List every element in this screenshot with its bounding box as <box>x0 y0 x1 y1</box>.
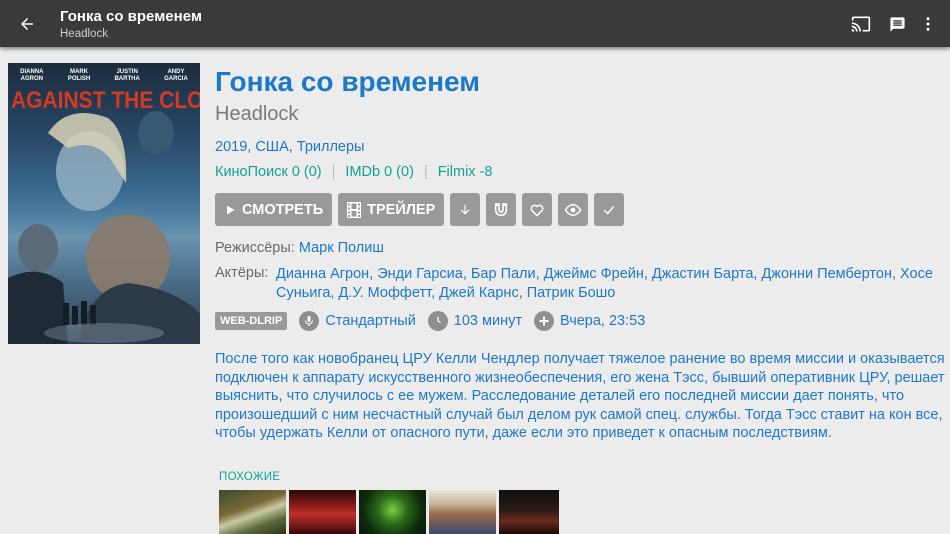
added-label: Вчера, 23:53 <box>560 313 646 329</box>
similar-thumbnail[interactable] <box>219 490 286 534</box>
favorite-button[interactable] <box>522 193 553 226</box>
action-buttons: СМОТРЕТЬ ТРЕЙЛЕР <box>215 193 625 226</box>
back-arrow-icon[interactable] <box>14 11 40 37</box>
download-arrow-icon <box>458 203 472 217</box>
download-button[interactable] <box>450 193 481 226</box>
appbar-title: Гонка со временем <box>60 8 202 25</box>
similar-label: ПОХОЖИЕ <box>219 471 281 483</box>
rating-separator: | <box>331 164 336 180</box>
year-country-genre[interactable]: 2019, США, Триллеры <box>215 139 364 155</box>
film-icon <box>347 201 362 218</box>
clock-icon <box>427 311 448 331</box>
similar-thumbnail[interactable] <box>429 490 496 534</box>
translation-tag: Стандартный <box>299 311 416 331</box>
duration-tag: 103 минут <box>427 311 522 331</box>
rating-separator: | <box>423 164 428 180</box>
similar-list <box>219 490 559 534</box>
quality-badge: WEB-DLRIP <box>215 312 288 330</box>
original-title: Headlock <box>215 103 299 125</box>
play-icon <box>224 204 236 216</box>
comment-icon[interactable] <box>885 12 909 36</box>
similar-thumbnail[interactable] <box>499 490 559 534</box>
movie-title: Гонка со временем <box>215 66 480 97</box>
cast-icon[interactable] <box>849 12 873 36</box>
similar-thumbnail[interactable] <box>289 490 356 534</box>
microphone-icon <box>299 311 320 331</box>
rating-imdb[interactable]: IMDb 0 (0) <box>345 164 414 180</box>
watch-later-button[interactable] <box>558 193 589 226</box>
directors-label: Режиссёры: <box>215 240 295 256</box>
magnet-icon <box>493 202 509 218</box>
rating-kinopoisk[interactable]: КиноПоиск 0 (0) <box>215 164 322 180</box>
watch-button-label: СМОТРЕТЬ <box>242 201 324 218</box>
movie-poster: DIANNA AGRON MARK POLISH JUSTIN BARTHA A… <box>8 63 200 344</box>
translation-label: Стандартный <box>325 313 416 329</box>
watch-button[interactable]: СМОТРЕТЬ <box>215 193 333 226</box>
more-vert-icon[interactable] <box>916 12 940 36</box>
rating-filmix[interactable]: Filmix -8 <box>438 164 493 180</box>
mark-watched-button[interactable] <box>594 193 625 226</box>
added-tag: Вчера, 23:53 <box>534 311 645 331</box>
eye-icon <box>564 201 582 219</box>
trailer-button-label: ТРЕЙЛЕР <box>367 201 436 218</box>
movie-description: После того как новобранец ЦРУ Келли Ченд… <box>215 351 945 441</box>
ratings-row: КиноПоиск 0 (0) | IMDb 0 (0) | Filmix -8 <box>215 164 492 180</box>
torrent-button[interactable] <box>486 193 517 226</box>
trailer-button[interactable]: ТРЕЙЛЕР <box>338 193 445 226</box>
info-tags: WEB-DLRIP Стандартный 103 минут Вчера, 2… <box>215 311 657 331</box>
app-bar: Гонка со временем Headlock <box>0 0 950 47</box>
actors-label: Актёры: <box>215 265 269 281</box>
director-link[interactable]: Марк Полиш <box>299 240 384 256</box>
duration-label: 103 минут <box>453 313 522 329</box>
plus-icon <box>534 311 554 331</box>
directors-row: Режиссёры: Марк Полиш <box>215 240 384 256</box>
heart-icon <box>529 202 545 218</box>
appbar-subtitle: Headlock <box>60 28 108 40</box>
poster-artwork <box>8 111 200 344</box>
check-icon <box>602 203 616 217</box>
similar-thumbnail[interactable] <box>359 490 426 534</box>
actors-list[interactable]: Дианна Агрон, Энди Гарсиа, Бар Пали, Дже… <box>276 265 946 303</box>
